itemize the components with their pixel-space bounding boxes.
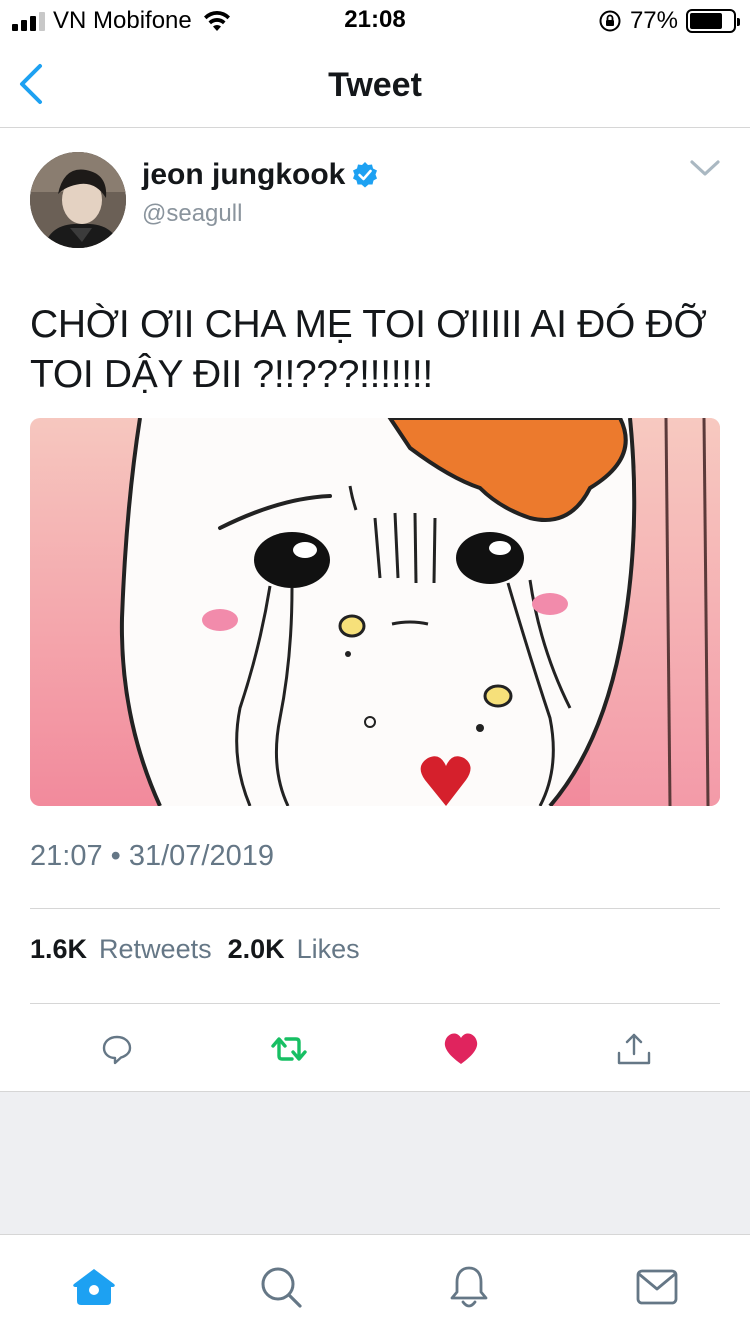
like-button[interactable] bbox=[441, 1026, 481, 1072]
divider bbox=[30, 1003, 720, 1004]
likes-count[interactable]: 2.0K bbox=[228, 934, 285, 965]
tweet-text: CHỜI ƠII CHA MẸ TOI ƠIIIII AI ĐÓ ĐỠ TOI … bbox=[30, 303, 707, 396]
user-handle[interactable]: @seagull bbox=[142, 200, 242, 228]
notifications-icon bbox=[450, 1266, 488, 1308]
tweet-actions bbox=[0, 1026, 750, 1072]
search-icon bbox=[261, 1267, 302, 1308]
display-name[interactable]: jeon jungkook bbox=[142, 158, 345, 192]
verified-badge-icon bbox=[353, 162, 378, 188]
likes-label[interactable]: Likes bbox=[297, 934, 360, 965]
battery-icon bbox=[686, 9, 740, 33]
tab-messages[interactable] bbox=[633, 1263, 681, 1311]
home-icon bbox=[73, 1269, 115, 1305]
replies-area bbox=[0, 1092, 750, 1234]
retweets-count[interactable]: 1.6K bbox=[30, 934, 87, 965]
share-button[interactable] bbox=[614, 1026, 654, 1072]
chevron-down-icon[interactable] bbox=[688, 156, 722, 180]
tweet-timestamp: 21:07 • 31/07/2019 bbox=[30, 840, 274, 872]
retweets-label[interactable]: Retweets bbox=[99, 934, 212, 965]
tweet-media-image[interactable] bbox=[30, 418, 720, 806]
like-icon bbox=[444, 1033, 478, 1064]
status-bar: VN Mobifone 21:08 77% bbox=[0, 0, 750, 40]
share-icon bbox=[617, 1033, 651, 1065]
tab-home[interactable] bbox=[70, 1263, 118, 1311]
retweet-button[interactable] bbox=[269, 1026, 309, 1072]
navigation-bar: Tweet bbox=[0, 40, 750, 128]
avatar[interactable] bbox=[30, 152, 126, 248]
reply-icon bbox=[102, 1035, 132, 1065]
tweet-stats: 1.6K Retweets 2.0K Likes bbox=[30, 934, 364, 965]
divider bbox=[30, 908, 720, 909]
tab-bar bbox=[0, 1234, 750, 1334]
page-title: Tweet bbox=[328, 66, 422, 104]
reply-button[interactable] bbox=[97, 1026, 137, 1072]
messages-icon bbox=[636, 1269, 678, 1305]
battery-percentage: 77% bbox=[629, 7, 678, 34]
orientation-lock-icon bbox=[599, 10, 621, 32]
battery-fill bbox=[690, 13, 723, 29]
retweet-icon bbox=[271, 1037, 307, 1061]
tab-notifications[interactable] bbox=[445, 1263, 493, 1311]
tab-search[interactable] bbox=[257, 1263, 305, 1311]
